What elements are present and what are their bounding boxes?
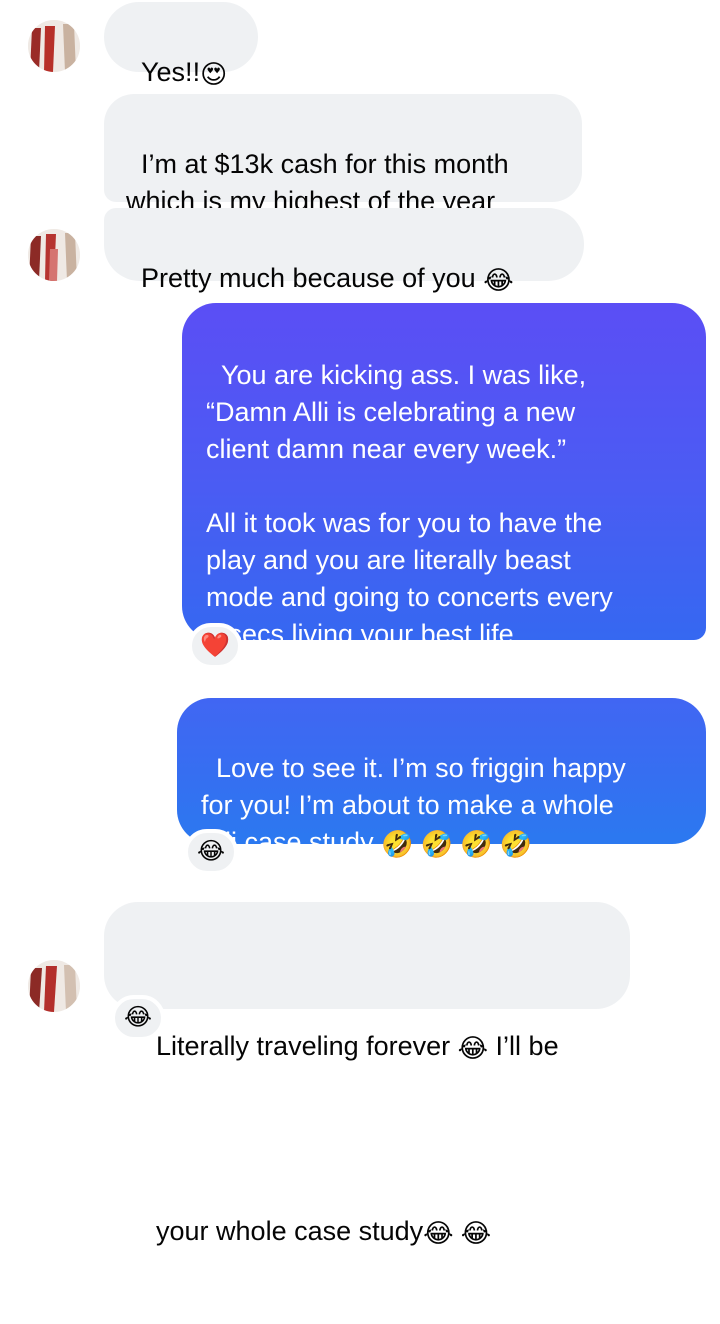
message-text: your whole case study: [156, 1216, 424, 1246]
message-text: I’m at $13k cash for this month which is…: [126, 149, 509, 216]
rolling-laughing-emojis: 🤣 🤣 🤣 🤣: [381, 829, 533, 859]
message-text: Pretty much because of you: [141, 263, 484, 293]
heart-eyes-emoji: 😍: [200, 59, 228, 89]
laugh-reaction[interactable]: 😂: [111, 995, 165, 1041]
laugh-reaction[interactable]: 😂: [184, 829, 238, 875]
message-text: I’ll be: [488, 1031, 559, 1061]
tears-of-joy-emoji: 😂: [457, 1033, 489, 1063]
message-text: Literally traveling forever: [156, 1031, 458, 1061]
tears-of-joy-icon: 😂: [196, 838, 226, 865]
message-bubble-5[interactable]: Love to see it. I’m so friggin happy for…: [177, 698, 706, 857]
contact-avatar[interactable]: [28, 20, 80, 72]
message-bubble-4[interactable]: You are kicking ass. I was like, “Damn A…: [182, 303, 706, 649]
message-text: Yes!!: [141, 57, 201, 87]
message-line-1: Literally traveling forever 😂 I’ll be: [126, 991, 608, 1102]
heart-icon: ❤️: [200, 632, 230, 659]
message-bubble-1[interactable]: Yes!!😍: [104, 2, 258, 87]
contact-avatar[interactable]: [28, 960, 80, 1012]
heart-reaction[interactable]: ❤️: [188, 623, 242, 669]
tears-of-joy-emoji: 😂: [483, 265, 514, 295]
message-bubble-2[interactable]: I’m at $13k cash for this month which is…: [104, 94, 582, 216]
message-bubble-3[interactable]: Pretty much because of you 😂: [104, 208, 584, 293]
message-text: You are kicking ass. I was like, “Damn A…: [206, 360, 613, 649]
message-line-2: your whole case study😂 😂: [126, 1176, 608, 1287]
tears-of-joy-emojis: 😂 😂: [423, 1218, 492, 1248]
tears-of-joy-icon: 😂: [123, 1004, 153, 1031]
contact-avatar[interactable]: [28, 229, 80, 281]
message-bubble-6[interactable]: Literally traveling forever 😂 I’ll be yo…: [104, 902, 630, 1246]
